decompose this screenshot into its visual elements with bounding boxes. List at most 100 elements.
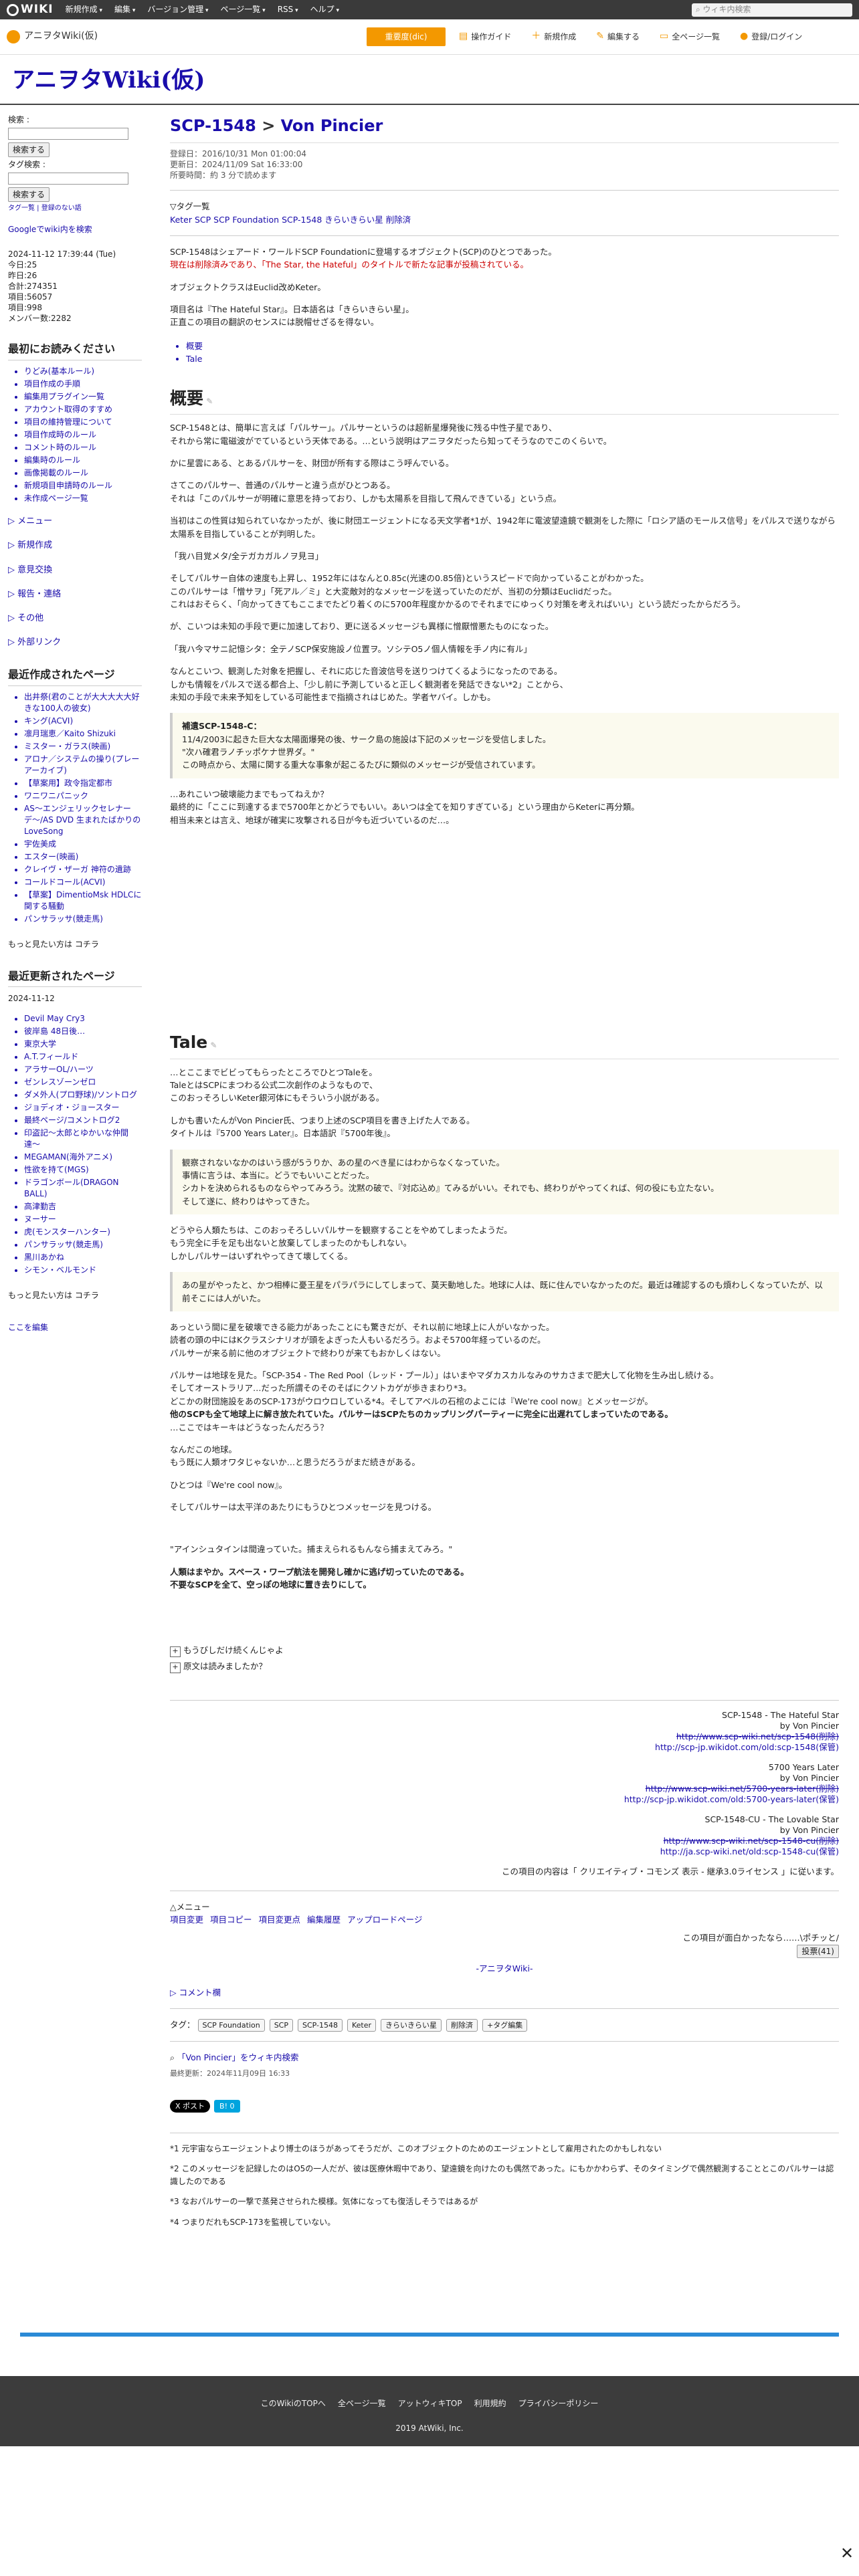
tag-search-input[interactable] [8,172,128,185]
tag-button[interactable]: SCP Foundation [197,2019,265,2032]
credit-link[interactable]: http://scp-jp.wikidot.com/old:5700-years… [170,1794,839,1805]
tag-links[interactable]: タグ一覧 | 登録のない語 [8,203,142,214]
sidebar-other[interactable]: その他 [8,612,142,625]
list-item[interactable]: クレイヴ・ザーガ 神符の遺跡 [24,864,142,875]
footer-pages-link[interactable]: 全ページ一覧 [338,2397,386,2410]
list-item[interactable]: 彼岸島 48日後… [24,1026,142,1037]
action-edit[interactable]: 項目変更 [170,1913,203,1926]
list-item[interactable]: 画像掲載のルール [24,467,142,479]
sidebar-new[interactable]: 新規作成 [8,539,142,552]
tag-button[interactable]: Keter [347,2019,377,2032]
list-item[interactable]: 未作成ページ一覧 [24,493,142,504]
fold-toggle-continue[interactable]: もうびしだけ続くんじゃよ [170,1644,839,1657]
guide-button[interactable]: ▤ 操作ガイド [452,27,518,46]
action-copy[interactable]: 項目コピー [210,1913,252,1926]
list-item[interactable]: パンサラッサ(競走馬) [24,1239,142,1251]
list-item[interactable]: 【草案用】政令指定都市 [24,778,142,789]
menu-version[interactable]: バージョン管理 [147,3,208,16]
list-item[interactable]: アラサーOL/ハーツ [24,1064,142,1075]
hatena-bookmark-button[interactable]: B! 0 [214,2099,240,2113]
list-item[interactable]: ジョディオ・ジョースター [24,1102,142,1113]
action-upload[interactable]: アップロードページ [347,1913,422,1926]
list-item[interactable]: エスター(映画) [24,851,142,863]
list-item[interactable]: コメント時のルール [24,442,142,453]
fold-toggle-original[interactable]: 原文は読みましたか？ [170,1660,839,1673]
list-item[interactable]: 最終ページ/コメントログ2 [24,1115,142,1126]
list-item[interactable]: 項目作成の手順 [24,379,142,390]
list-item[interactable]: 編集用プラグイン一覧 [24,391,142,403]
comment-toggle[interactable]: ▷ コメント欄 [170,1986,839,1999]
sidebar-search-input[interactable] [8,127,128,140]
list-item[interactable]: 印盗記〜太郎とゆかいな仲間達〜 [24,1128,142,1150]
close-icon[interactable]: ✕ [840,2541,854,2566]
credit-link[interactable]: http://www.scp-wiki.net/scp-1548-cu(削除) [170,1836,839,1846]
atwiki-logo[interactable]: WIKI [7,1,54,18]
credit-link[interactable]: http://www.scp-wiki.net/scp-1548(削除) [170,1731,839,1742]
tag-list[interactable]: Keter SCP SCP Foundation SCP-1548 きらいきらい… [170,213,839,226]
tag-edit-button[interactable]: +タグ編集 [482,2019,528,2032]
edit-button[interactable]: ✎ 編集する [589,27,646,46]
list-item[interactable]: 東京大学 [24,1039,142,1050]
tag-button[interactable]: SCP-1548 [297,2019,343,2032]
list-item[interactable]: 新規項目申請時のルール [24,480,142,492]
list-item[interactable]: パンサラッサ(競走馬) [24,914,142,925]
more-updated-link[interactable]: もっと見たい方は コチラ [8,1289,142,1302]
list-item[interactable]: 高津勤吉 [24,1201,142,1212]
footer-top-link[interactable]: このWikiのTOPへ [261,2397,326,2410]
title-current[interactable]: Von Pincier [281,116,383,135]
list-item[interactable]: AS〜エンジェリックセレナーデ〜/AS DVD 生まれたばかりのLoveSong [24,803,142,837]
list-item[interactable]: ワニワニパニック [24,790,142,802]
new-page-button[interactable]: ＋新規作成 [524,27,583,46]
list-item[interactable]: 項目作成時のルール [24,429,142,441]
bottom-site-link[interactable]: -アニヲタWiki- [170,1962,839,1975]
action-diff[interactable]: 項目変更点 [259,1913,301,1926]
list-item[interactable]: りどみ(基本ルール) [24,366,142,377]
tag-button[interactable]: SCP [269,2019,293,2032]
footer-privacy-link[interactable]: プライバシーポリシー [518,2397,599,2410]
credit-link[interactable]: http://www.scp-wiki.net/5700-years-later… [170,1784,839,1794]
edit-sidebar-link[interactable]: ここを編集 [8,1321,142,1334]
credit-link[interactable]: http://ja.scp-wiki.net/old:scp-1548-cu(保… [170,1846,839,1857]
all-pages-button[interactable]: ▭ 全ページ一覧 [653,27,727,46]
title-parent-link[interactable]: SCP-1548 [170,116,256,135]
toc-item-gaiyou[interactable]: 概要 [186,340,839,352]
menu-new[interactable]: 新規作成 [66,3,102,16]
list-item[interactable]: A.T.フィールド [24,1051,142,1063]
toc-item-tale[interactable]: Tale [186,352,839,365]
list-item[interactable]: 編集時のルール [24,455,142,466]
list-item[interactable]: シモン・ベルモンド [24,1265,142,1276]
list-item[interactable]: アカウント取得のすすめ [24,404,142,415]
list-item[interactable]: ゼンレスゾーンゼロ [24,1077,142,1088]
sidebar-discussion[interactable]: 意見交換 [8,564,142,577]
menu-pages[interactable]: ページ一覧 [221,3,266,16]
tag-button[interactable]: 削除済 [446,2019,478,2032]
menu-edit[interactable]: 編集 [114,3,135,16]
list-item[interactable]: ミスター・ガラス(映画) [24,741,142,752]
site-name[interactable]: アニヲタWiki(仮) [7,29,98,44]
tag-button[interactable]: きらいきらい星 [381,2019,442,2032]
list-item[interactable]: 性欲を持て(MGS) [24,1164,142,1176]
list-item[interactable]: ダメ外人(プロ野球)/ソントログ [24,1089,142,1101]
list-item[interactable]: ヌーサー [24,1214,142,1225]
list-item[interactable]: ドラゴンボール(DRAGON BALL) [24,1177,142,1200]
wiki-search-input[interactable]: ⌕ ウィキ内検索 [692,3,852,17]
sidebar-external[interactable]: 外部リンク [8,636,142,649]
list-item[interactable]: 虎(モンスターハンター) [24,1226,142,1238]
sidebar-menu[interactable]: メニュー [8,515,142,528]
list-item[interactable]: 【草案】DimentioMsk HDLCに関する騒動 [24,889,142,912]
list-item[interactable]: アロナ／システムの操り(プレーアーカイブ) [24,754,142,776]
menu-help[interactable]: ヘルプ [310,3,339,16]
sidebar-search-button[interactable]: 検索する [8,142,50,158]
menu-rss[interactable]: RSS [278,3,298,16]
login-button[interactable]: ● 登録/ログイン [733,27,809,46]
credit-link[interactable]: http://scp-jp.wikidot.com/old:scp-1548(保… [170,1742,839,1753]
list-item[interactable]: Devil May Cry3 [24,1013,142,1025]
tag-search-button[interactable]: 検索する [8,187,50,203]
vote-button[interactable]: 投票(41) [797,1945,839,1959]
list-item[interactable]: MEGAMAN(海外アニメ) [24,1152,142,1163]
list-item[interactable]: 黒川あかね [24,1252,142,1263]
footer-atwiki-link[interactable]: アットウィキTOP [398,2397,462,2410]
more-created-link[interactable]: もっと見たい方は コチラ [8,938,142,951]
site-title[interactable]: アニヲタWiki(仮) [12,63,847,98]
importance-button[interactable]: 重要度(dic) [367,27,446,46]
